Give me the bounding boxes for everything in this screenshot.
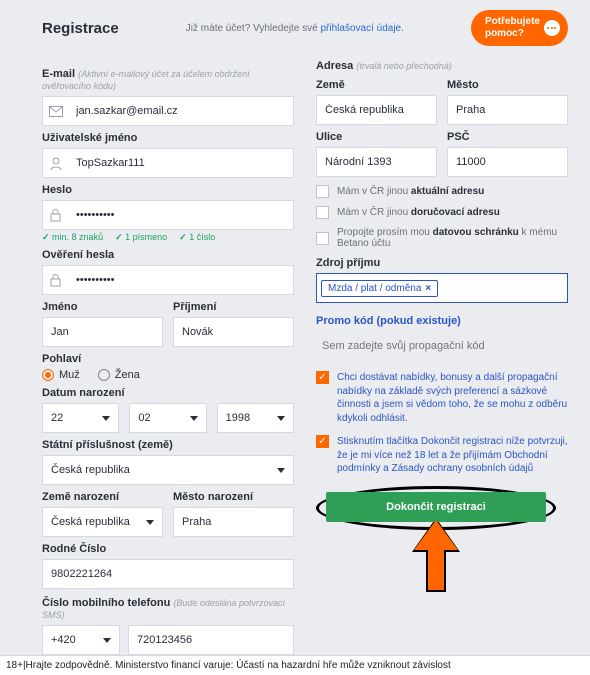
email-input[interactable] (68, 97, 293, 125)
password-rules: min. 8 znaků1 písmeno1 číslo (42, 232, 294, 243)
username-field[interactable] (42, 148, 294, 178)
submit-button[interactable]: Dokončit registraci (326, 492, 546, 522)
password2-input[interactable] (68, 266, 293, 294)
phone-input[interactable] (129, 626, 293, 654)
birth-city-input[interactable] (174, 508, 293, 536)
country-input[interactable] (317, 96, 436, 124)
street-field[interactable] (316, 147, 437, 177)
birth-city-field[interactable] (173, 507, 294, 537)
gender-male-radio[interactable]: Muž (42, 369, 80, 381)
promo-label: Promo kód (pokud existuje) (316, 315, 568, 327)
lastname-label: Příjmení (173, 301, 294, 313)
phone-field[interactable] (128, 625, 294, 655)
databox-row[interactable]: Propojte prosím mou datovou schránku k m… (316, 227, 568, 249)
password-input[interactable] (68, 201, 293, 229)
privacy-link[interactable]: Zásady ochrany osobních údajů (391, 463, 533, 474)
income-tag[interactable]: Mzda / plat / odměna× (321, 280, 438, 297)
birth-city-label: Město narození (173, 491, 294, 503)
pointer-arrow-icon (414, 520, 458, 594)
help-button[interactable]: Potřebujete pomoc? (471, 10, 568, 46)
dob-year-select[interactable]: 1998 (217, 403, 294, 433)
firstname-label: Jméno (42, 301, 163, 313)
city-field[interactable] (447, 95, 568, 125)
city-input[interactable] (448, 96, 567, 124)
password2-label: Ověření hesla (42, 249, 294, 261)
caret-down-icon (146, 520, 154, 525)
promo-input[interactable] (316, 331, 568, 361)
firstname-field[interactable] (42, 317, 163, 347)
caret-down-icon (103, 638, 111, 643)
username-input[interactable] (68, 149, 293, 177)
pid-label: Rodné Číslo (42, 543, 294, 555)
chat-icon (544, 20, 560, 36)
birth-country-select[interactable]: Česká republika (42, 507, 163, 537)
checkbox-icon[interactable] (316, 206, 329, 219)
nationality-select[interactable]: Česká republika (42, 455, 294, 485)
email-label: E-mail (Aktivní e-mailový účet za účelem… (42, 68, 294, 92)
age-terms-consent-row[interactable]: ✓ Stisknutím tlačítka Dokončit registrac… (316, 435, 568, 476)
caret-down-icon (277, 416, 285, 421)
lastname-input[interactable] (174, 318, 293, 346)
gender-female-radio[interactable]: Žena (98, 369, 140, 381)
country-label: Země (316, 79, 437, 91)
password-field[interactable] (42, 200, 294, 230)
country-field[interactable] (316, 95, 437, 125)
caret-down-icon (102, 416, 110, 421)
income-select[interactable]: Mzda / plat / odměna× (316, 273, 568, 303)
dob-day-select[interactable]: 22 (42, 403, 119, 433)
checkbox-checked-icon[interactable]: ✓ (316, 371, 329, 384)
lock-icon (43, 209, 68, 222)
zip-input[interactable] (448, 148, 567, 176)
birth-country-label: Země narození (42, 491, 163, 503)
pid-field[interactable] (42, 559, 294, 589)
user-icon (43, 157, 68, 170)
city-label: Město (447, 79, 568, 91)
page-title: Registrace (42, 20, 119, 37)
already-have-account: Již máte účet? Vyhledejte své přihlašova… (186, 23, 404, 34)
alt-current-address-row[interactable]: Mám v ČR jinou aktuální adresu (316, 185, 568, 198)
marketing-consent-row[interactable]: ✓ Chci dostávat nabídky, bonusy a další … (316, 371, 568, 425)
caret-down-icon (190, 416, 198, 421)
address-header: Adresa (trvalá nebo přechodná) (316, 60, 568, 72)
checkbox-checked-icon[interactable]: ✓ (316, 435, 329, 448)
phone-label: Číslo mobilního telefonu (Bude odeslána … (42, 597, 294, 621)
dob-label: Datum narození (42, 387, 294, 399)
lock-icon (43, 274, 68, 287)
mail-icon (43, 106, 68, 117)
username-label: Uživatelské jméno (42, 132, 294, 144)
zip-label: PSČ (447, 131, 568, 143)
checkbox-icon[interactable] (316, 185, 329, 198)
income-label: Zdroj příjmu (316, 257, 568, 269)
street-label: Ulice (316, 131, 437, 143)
password-label: Heslo (42, 184, 294, 196)
lastname-field[interactable] (173, 317, 294, 347)
nationality-label: Státní příslušnost (země) (42, 439, 294, 451)
caret-down-icon (277, 468, 285, 473)
password2-field[interactable] (42, 265, 294, 295)
firstname-input[interactable] (43, 318, 162, 346)
street-input[interactable] (317, 148, 436, 176)
remove-tag-icon[interactable]: × (425, 283, 431, 294)
email-field[interactable] (42, 96, 294, 126)
responsible-gaming-footer: 18+|Hrajte zodpovědně. Ministerstvo fina… (0, 655, 590, 675)
dob-month-select[interactable]: 02 (129, 403, 206, 433)
checkbox-icon[interactable] (316, 232, 329, 245)
pid-input[interactable] (43, 560, 293, 588)
gender-label: Pohlaví (42, 353, 294, 365)
phone-code-select[interactable]: +420 (42, 625, 120, 655)
alt-delivery-address-row[interactable]: Mám v ČR jinou doručovací adresu (316, 206, 568, 219)
zip-field[interactable] (447, 147, 568, 177)
login-link[interactable]: přihlašovací údaje (321, 23, 402, 34)
